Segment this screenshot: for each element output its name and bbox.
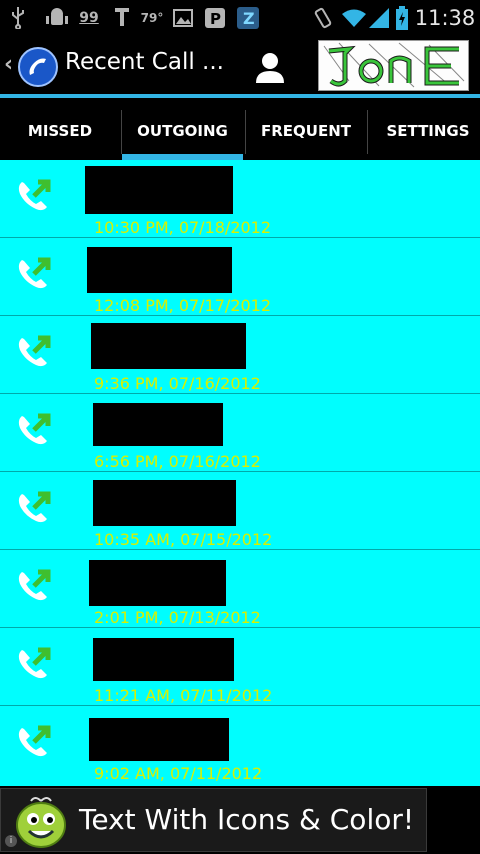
badge-99-icon: 99: [76, 0, 102, 36]
tab-bar: MISSED OUTGOING FREQUENT SETTINGS: [0, 102, 480, 160]
contact-name-redacted: [85, 166, 233, 214]
vibrate-icon: [312, 0, 334, 36]
list-item[interactable]: 9:36 PM, 07/16/2012: [0, 316, 480, 394]
outgoing-call-icon: [18, 179, 51, 211]
outgoing-call-icon: [18, 569, 51, 601]
clock: 11:38: [414, 0, 476, 36]
tab-outgoing[interactable]: OUTGOING: [122, 102, 243, 160]
contact-name-redacted: [91, 323, 246, 369]
contact-name-redacted: [93, 403, 223, 446]
badge-count: 99: [79, 10, 99, 26]
tab-missed-label: MISSED: [27, 122, 93, 140]
list-item[interactable]: 10:30 PM, 07/18/2012: [0, 160, 480, 238]
list-item[interactable]: 10:35 AM, 07/15/2012: [0, 472, 480, 550]
list-item[interactable]: 2:01 PM, 07/13/2012: [0, 550, 480, 628]
contact-icon[interactable]: [252, 49, 288, 85]
status-bar: 99 79° P Z 11:38: [0, 0, 480, 36]
image-icon: [172, 0, 194, 36]
battery-icon: [394, 0, 410, 36]
action-bar-divider: [0, 94, 480, 98]
smiley-mascot-icon: [16, 797, 66, 848]
svg-text:P: P: [210, 10, 221, 28]
p-app-icon: P: [204, 0, 226, 36]
tab-settings-label: SETTINGS: [386, 122, 470, 140]
ad-text: Text With Icons & Color!: [79, 803, 415, 836]
back-chevron-icon[interactable]: ‹: [4, 52, 13, 77]
page-title: Recent Call ...: [65, 49, 224, 75]
jone-logo: [318, 40, 469, 91]
tab-frequent[interactable]: FREQUENT: [246, 102, 366, 160]
call-time: 12:08 PM, 07/17/2012: [94, 296, 272, 315]
z-app-icon: Z: [236, 0, 260, 36]
call-time: 10:30 PM, 07/18/2012: [94, 218, 272, 237]
temperature-icon: 79°: [140, 0, 164, 36]
svg-text:Z: Z: [243, 9, 255, 28]
call-time: 9:36 PM, 07/16/2012: [94, 374, 261, 393]
outgoing-call-icon: [18, 491, 51, 523]
contact-name-redacted: [89, 560, 226, 606]
call-time: 9:02 AM, 07/11/2012: [94, 764, 263, 783]
ad-content[interactable]: Text With Icons & Color! i: [0, 788, 427, 852]
outgoing-call-icon: [18, 647, 51, 679]
contact-name-redacted: [93, 638, 234, 681]
call-time: 2:01 PM, 07/13/2012: [94, 608, 261, 627]
list-item[interactable]: 12:08 PM, 07/17/2012: [0, 238, 480, 316]
call-list[interactable]: 10:30 PM, 07/18/2012 12:08 PM, 07/17/201…: [0, 160, 480, 786]
tab-outgoing-label: OUTGOING: [137, 122, 228, 140]
temperature-text: 79°: [140, 11, 164, 25]
clock-time: 11:38: [414, 6, 476, 30]
call-time: 6:56 PM, 07/16/2012: [94, 452, 261, 471]
contact-name-redacted: [89, 718, 229, 761]
action-bar: ‹ Recent Call ...: [0, 36, 480, 94]
tab-frequent-label: FREQUENT: [260, 122, 351, 140]
signal-icon: [368, 0, 390, 36]
outgoing-call-icon: [18, 335, 51, 367]
tab-settings[interactable]: SETTINGS: [368, 102, 480, 160]
contact-name-redacted: [87, 247, 232, 293]
tab-missed[interactable]: MISSED: [0, 102, 120, 160]
usb-icon: [8, 0, 28, 36]
outgoing-call-icon: [18, 725, 51, 757]
tmobile-icon: [110, 0, 134, 36]
list-item[interactable]: 11:21 AM, 07/11/2012: [0, 628, 480, 706]
android-icon: [44, 0, 70, 36]
outgoing-call-icon: [18, 413, 51, 445]
outgoing-call-icon: [18, 257, 51, 289]
call-time: 10:35 AM, 07/15/2012: [94, 530, 273, 549]
app-icon[interactable]: [18, 47, 58, 87]
ad-info-icon[interactable]: i: [5, 835, 17, 847]
ad-banner[interactable]: Text With Icons & Color! i: [0, 786, 480, 854]
call-time: 11:21 AM, 07/11/2012: [94, 686, 273, 705]
contact-name-redacted: [93, 480, 236, 526]
wifi-icon: [340, 0, 368, 36]
list-item[interactable]: 9:02 AM, 07/11/2012: [0, 706, 480, 784]
list-item[interactable]: 6:56 PM, 07/16/2012: [0, 394, 480, 472]
